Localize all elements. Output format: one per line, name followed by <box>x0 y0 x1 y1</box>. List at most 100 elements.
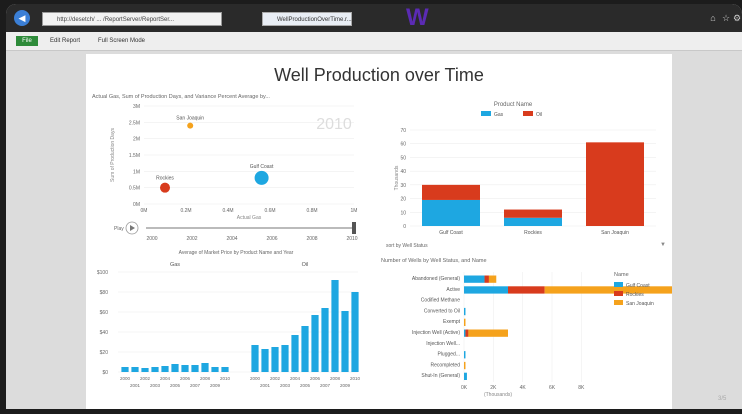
scatter-x-tick: 1M <box>351 208 358 214</box>
scatter-y-tick: 1M <box>133 169 140 175</box>
market-x-tick: 2001 <box>130 383 141 388</box>
market-y-tick: $20 <box>100 350 109 356</box>
market-x-tick: 2006 <box>310 376 321 381</box>
home-icon[interactable]: ⌂ <box>706 12 720 24</box>
market-x-tick: 2010 <box>350 376 361 381</box>
market-bar <box>331 280 339 372</box>
scatter-chart: 0M 0.5M 1M 1.5M 2M 2.5M 3M 0M 0.2M 0.4M 0.6M 0.8M 1M… <box>110 104 358 242</box>
wells-bar-segment <box>544 286 706 294</box>
report-canvas: Well Production over Time Actual Gas, Su… <box>86 54 706 409</box>
market-x-tick: 2005 <box>300 383 311 388</box>
market-y-tick: $40 <box>100 330 109 336</box>
wells-legend-swatch <box>614 282 623 287</box>
edit-report-button[interactable]: Edit Report <box>50 36 80 46</box>
title-glyph: W <box>406 4 429 31</box>
timeline-tick: 2006 <box>266 236 277 242</box>
scatter-x-tick: 0.4M <box>222 208 233 214</box>
timeline-tick: 2000 <box>146 236 157 242</box>
market-y-tick: $60 <box>100 310 109 316</box>
browser-back-icon[interactable]: ◀ <box>14 10 30 26</box>
sort-label[interactable]: sort by Well Status <box>386 243 428 249</box>
wells-y-tick: Exempt <box>443 319 461 325</box>
bar-y-tick: 60 <box>400 142 406 148</box>
wells-x-tick: 4K <box>520 385 527 391</box>
timeline-tick: 2008 <box>306 236 317 242</box>
timeline-handle[interactable] <box>352 222 356 234</box>
wells-y-tick: Injection Well... <box>426 341 460 347</box>
wells-bar-segment <box>464 286 508 294</box>
wells-bar-chart: 0K 2K 4K 6K 8K (Thousands) Abandoned (General)… <box>412 272 706 398</box>
wells-bar-segment <box>464 361 466 370</box>
wells-y-tick: Converted to Oil <box>424 308 460 314</box>
bar-y-tick: 40 <box>400 169 406 175</box>
wells-bar-segment <box>464 329 466 337</box>
market-x-tick: 2007 <box>190 383 201 388</box>
filter-icon[interactable]: ▼ <box>660 242 666 248</box>
bar-x-tick: San Joaquin <box>601 230 629 236</box>
market-x-tick: 2000 <box>120 376 131 381</box>
scatter-y-label: Sum of Production Days <box>110 128 116 182</box>
bar-x-tick: Rockies <box>524 230 542 236</box>
file-button[interactable]: File <box>16 36 38 46</box>
wells-legend-label: Rockies <box>626 292 644 298</box>
market-bar <box>171 364 179 372</box>
scatter-y-tick: 1.5M <box>129 153 140 159</box>
report-svg: Well Production over Time Actual Gas, Su… <box>92 65 706 398</box>
bar-x-tick: Gulf Coast <box>439 230 463 236</box>
market-panel-title: Oil <box>302 262 309 268</box>
bar-y-tick: 30 <box>400 183 406 189</box>
full-screen-button[interactable]: Full Screen Mode <box>98 36 145 46</box>
market-x-tick: 2010 <box>220 376 231 381</box>
wells-legend-label: San Joaquin <box>626 301 654 307</box>
wells-x-tick: 2K <box>490 385 497 391</box>
scatter-title: Actual Gas, Sum of Production Days, and … <box>92 94 270 100</box>
browser-titlebar: ◀ http://desetch/ ... /ReportServer/Repo… <box>6 4 742 32</box>
market-bar <box>281 345 289 372</box>
play-label: Play <box>114 226 124 232</box>
wells-bar-segment <box>488 275 497 283</box>
bar-y-tick: 50 <box>400 155 406 161</box>
wells-y-tick: Recompleted <box>431 362 461 368</box>
market-x-tick: 2003 <box>280 383 291 388</box>
market-bar <box>341 311 349 372</box>
wells-bar-segment <box>464 275 485 283</box>
wells-bar-segment <box>468 329 508 337</box>
legend-swatch <box>481 111 491 116</box>
legend-label: Gas <box>494 112 504 118</box>
market-price-chart: $0 $20 $40 $60 $80 $100 Gas 2000 2002 2004 2006 200… <box>97 262 361 388</box>
product-bar-chart: 0 10 20 30 40 50 60 70 Thousands Gulf Coast Rockie… <box>394 111 656 236</box>
market-bar <box>221 367 229 372</box>
market-y-tick: $100 <box>97 270 108 276</box>
wells-x-tick: 0K <box>461 385 468 391</box>
market-bar <box>301 326 309 372</box>
wells-bar-segment <box>464 307 466 316</box>
market-bar <box>311 315 319 372</box>
market-x-tick: 2001 <box>260 383 271 388</box>
wells-bar-segment <box>464 318 466 326</box>
market-bar <box>161 366 169 372</box>
scatter-y-tick: 0M <box>133 202 140 208</box>
timeline-tick: 2002 <box>186 236 197 242</box>
market-bar <box>181 365 189 372</box>
bar-y-tick: 70 <box>400 128 406 134</box>
browser-tab[interactable]: WellProductionOverTime.r... <box>262 12 352 26</box>
market-panel-title: Gas <box>170 262 180 268</box>
scatter-point <box>254 170 269 185</box>
address-bar[interactable]: http://desetch/ ... /ReportServer/Report… <box>42 12 222 26</box>
scatter-y-tick: 3M <box>133 104 140 110</box>
gear-icon[interactable]: ⚙ <box>730 12 742 24</box>
screenshot: ◀ http://desetch/ ... /ReportServer/Repo… <box>0 0 742 409</box>
market-x-tick: 2007 <box>320 383 331 388</box>
scatter-point-label: Gulf Coast <box>250 164 274 170</box>
market-x-tick: 2004 <box>160 376 171 381</box>
market-bar <box>261 349 269 372</box>
scatter-point <box>160 182 170 193</box>
market-bar <box>211 367 219 372</box>
scatter-x-label: Actual Gas <box>237 215 262 221</box>
wells-legend-swatch <box>614 291 623 296</box>
wells-title: Number of Wells by Well Status, and Name <box>381 258 487 264</box>
wells-legend-swatch <box>614 300 623 305</box>
scatter-x-tick: 0M <box>141 208 148 214</box>
bar-y-tick: 20 <box>400 197 406 203</box>
scatter-y-tick: 2.5M <box>129 120 140 126</box>
